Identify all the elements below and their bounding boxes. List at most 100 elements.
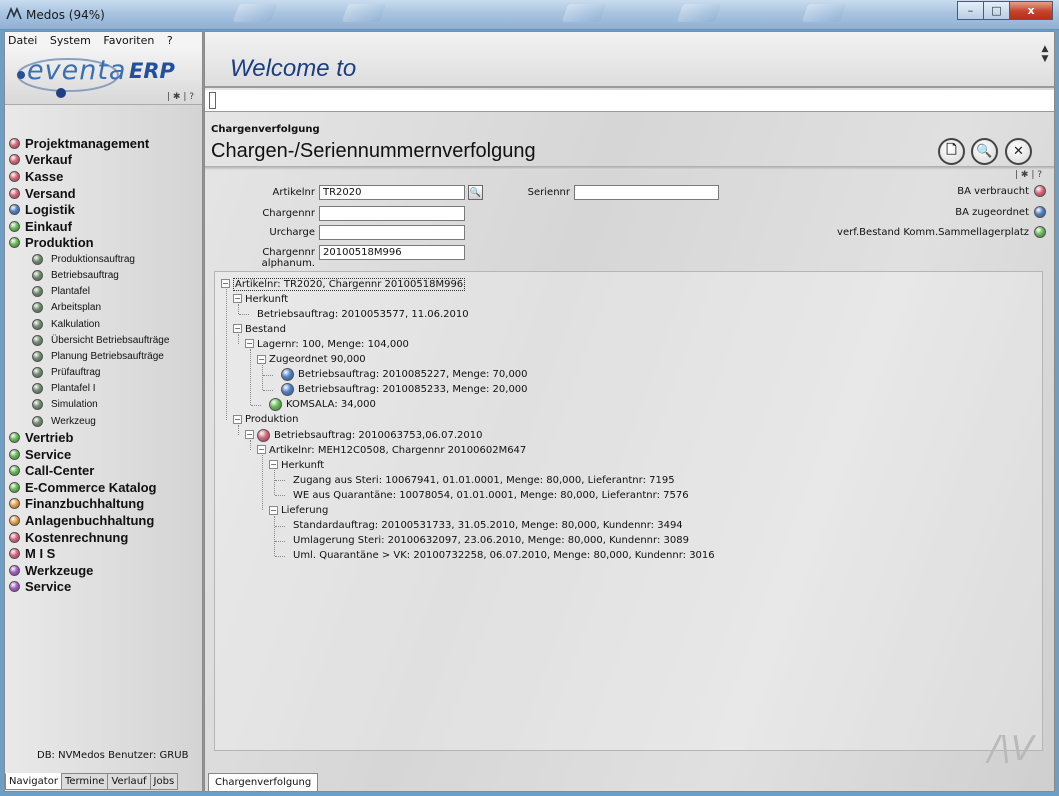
sidebar-item[interactable]: Arbeitsplan [5, 300, 202, 316]
scroll-up-arrow-icon[interactable]: ▲ [1038, 44, 1052, 54]
sidebar-item[interactable]: Produktionsauftrag [5, 251, 202, 267]
chargennr-field[interactable] [319, 206, 465, 221]
tree-node[interactable]: Bestand [245, 323, 286, 335]
tree-node[interactable]: Betriebsauftrag: 2010053577, 11.06.2010 [257, 308, 469, 320]
scroll-down-arrow-icon[interactable]: ▼ [1038, 54, 1052, 64]
title-divider [205, 166, 1054, 170]
sidebar-item[interactable]: Werkzeuge [5, 562, 202, 579]
form-toolstrip[interactable]: | ✱ | ? [1015, 170, 1042, 180]
tree-node[interactable]: Herkunft [245, 293, 288, 305]
sidebar-item[interactable]: Planung Betriebsaufträge [5, 348, 202, 364]
menu-favoriten[interactable]: Favoriten [103, 34, 154, 47]
sidebar-item[interactable]: Verkauf [5, 152, 202, 169]
tree-collapse-icon[interactable]: − [245, 339, 254, 349]
artikelnr-field[interactable]: TR2020 [319, 185, 465, 200]
sidebar-item[interactable]: Übersicht Betriebsaufträge [5, 332, 202, 348]
sidebar-item[interactable]: Versand [5, 185, 202, 202]
alphanum-field[interactable]: 20100518M996 [319, 245, 465, 260]
sidebar-item[interactable]: Plantafel [5, 284, 202, 300]
tree-collapse-icon[interactable]: − [269, 460, 278, 470]
status-ball-icon [32, 350, 43, 362]
seriennr-field[interactable] [574, 185, 719, 200]
sidebar-item[interactable]: Betriebsauftrag [5, 267, 202, 283]
sidebar-item[interactable]: E-Commerce Katalog [5, 479, 202, 496]
sidebar-item[interactable]: Simulation [5, 397, 202, 413]
legend-verf-bestand: verf.Bestand Komm.Sammellagerplatz [837, 226, 1046, 238]
tree-node[interactable]: Standardauftrag: 20100531733, 31.05.2010… [293, 520, 683, 532]
seriennr-label: Seriennr [527, 187, 570, 198]
sidebar-item[interactable]: Werkzeug [5, 413, 202, 429]
menu-help[interactable]: ? [167, 34, 173, 47]
artikel-search-icon[interactable]: 🔍 [468, 185, 483, 200]
sidebar-item[interactable]: Service [5, 446, 202, 463]
sidebar-item[interactable]: Vertrieb [5, 429, 202, 446]
status-ball-icon [9, 220, 20, 232]
sidebar-item-label: Produktionsauftrag [51, 253, 135, 265]
urcharge-field[interactable] [319, 225, 465, 240]
tab-verlauf[interactable]: Verlauf [107, 773, 151, 790]
close-window-button[interactable]: x [1009, 1, 1053, 20]
tree-connector [251, 404, 261, 406]
tree-collapse-icon[interactable]: − [233, 294, 242, 304]
tree-node[interactable]: Artikelnr: MEH12C0508, Chargennr 2010060… [269, 444, 526, 456]
close-form-button[interactable]: ✕ [1005, 138, 1032, 165]
sidebar-item[interactable]: Anlagenbuchhaltung [5, 512, 202, 529]
tree-node[interactable]: Uml. Quarantäne > VK: 20100732258, 06.07… [293, 550, 715, 562]
tree-node[interactable]: Zugang aus Steri: 10067941, 01.01.0001, … [293, 474, 675, 486]
tab-termine[interactable]: Termine [60, 773, 109, 790]
sidebar-item-label: Einkauf [25, 218, 72, 234]
tree-node[interactable]: Lagernr: 100, Menge: 104,000 [257, 338, 409, 350]
tree-guide-line [262, 364, 263, 390]
tree-collapse-icon[interactable]: − [269, 505, 278, 515]
tree-node[interactable]: Betriebsauftrag: 2010085227, Menge: 70,0… [281, 368, 528, 382]
tree-node[interactable]: Artikelnr: TR2020, Chargennr 20100518M99… [233, 277, 466, 291]
tree-node[interactable]: Zugeordnet 90,000 [269, 354, 366, 366]
sidebar-item[interactable]: Prüfauftrag [5, 364, 202, 380]
titlebar-decoration [676, 4, 722, 22]
tracking-tree[interactable]: − Artikelnr: TR2020, Chargennr 20100518M9… [214, 271, 1043, 751]
tree-node[interactable]: Herkunft [281, 459, 324, 471]
sidebar-item-label: Verkauf [25, 152, 72, 168]
tree-node[interactable]: WE aus Quarantäne: 10078054, 01.01.0001,… [293, 489, 689, 501]
sidebar-item[interactable]: Plantafel I [5, 381, 202, 397]
sidebar-item[interactable]: Call-Center [5, 462, 202, 479]
sidebar-item[interactable]: Produktion [5, 235, 202, 252]
tree-node[interactable]: Produktion [245, 414, 299, 426]
status-ball-icon [32, 415, 43, 427]
new-document-button[interactable]: 🗋 [938, 138, 965, 165]
tab-navigator[interactable]: Navigator [5, 773, 62, 790]
tree-node[interactable]: Umlagerung Steri: 20100632097, 23.06.201… [293, 535, 689, 547]
tree-collapse-icon[interactable]: − [245, 430, 254, 439]
sidebar-item[interactable]: Kostenrechnung [5, 529, 202, 546]
sidebar-item[interactable]: Kasse [5, 168, 202, 185]
sidebar-item[interactable]: Kalkulation [5, 316, 202, 332]
sidebar-item[interactable]: Einkauf [5, 218, 202, 235]
tree-node-label: Zugeordnet 90,000 [269, 354, 366, 365]
menu-datei[interactable]: Datei [8, 34, 37, 47]
minimize-button[interactable]: – [957, 1, 984, 20]
welcome-scrollbar[interactable]: ▲ ▼ [1038, 44, 1052, 80]
search-button[interactable]: 🔍 [971, 138, 998, 165]
tree-node[interactable]: Betriebsauftrag: 2010063753,06.07.2010 [257, 428, 482, 442]
sidebar-item[interactable]: M I S [5, 545, 202, 562]
tree-node[interactable]: KOMSALA: 34,000 [269, 398, 376, 412]
command-input[interactable] [205, 90, 1054, 112]
status-ball-icon [9, 465, 20, 477]
tree-collapse-icon[interactable]: − [233, 324, 242, 334]
menu-system[interactable]: System [50, 34, 91, 47]
sidebar-item[interactable]: Finanzbuchhaltung [5, 496, 202, 513]
sidebar-item[interactable]: Projektmanagement [5, 135, 202, 152]
maximize-button[interactable]: □ [983, 1, 1010, 20]
tree-collapse-icon[interactable]: − [233, 414, 242, 424]
tree-collapse-icon[interactable]: − [257, 445, 266, 455]
tree-node[interactable]: Betriebsauftrag: 2010085233, Menge: 20,0… [281, 383, 528, 397]
tree-collapse-icon[interactable]: − [257, 354, 266, 364]
tree-node[interactable]: Lieferung [281, 505, 328, 517]
sidebar-item[interactable]: Logistik [5, 201, 202, 218]
sidebar-item[interactable]: Service [5, 579, 202, 596]
logo-toolstrip[interactable]: | ✱ | ? [167, 92, 194, 102]
tree-connector [263, 389, 273, 391]
tree-collapse-icon[interactable]: − [221, 279, 230, 288]
tab-chargenverfolgung[interactable]: Chargenverfolgung [208, 773, 319, 791]
tab-jobs[interactable]: Jobs [149, 773, 179, 790]
